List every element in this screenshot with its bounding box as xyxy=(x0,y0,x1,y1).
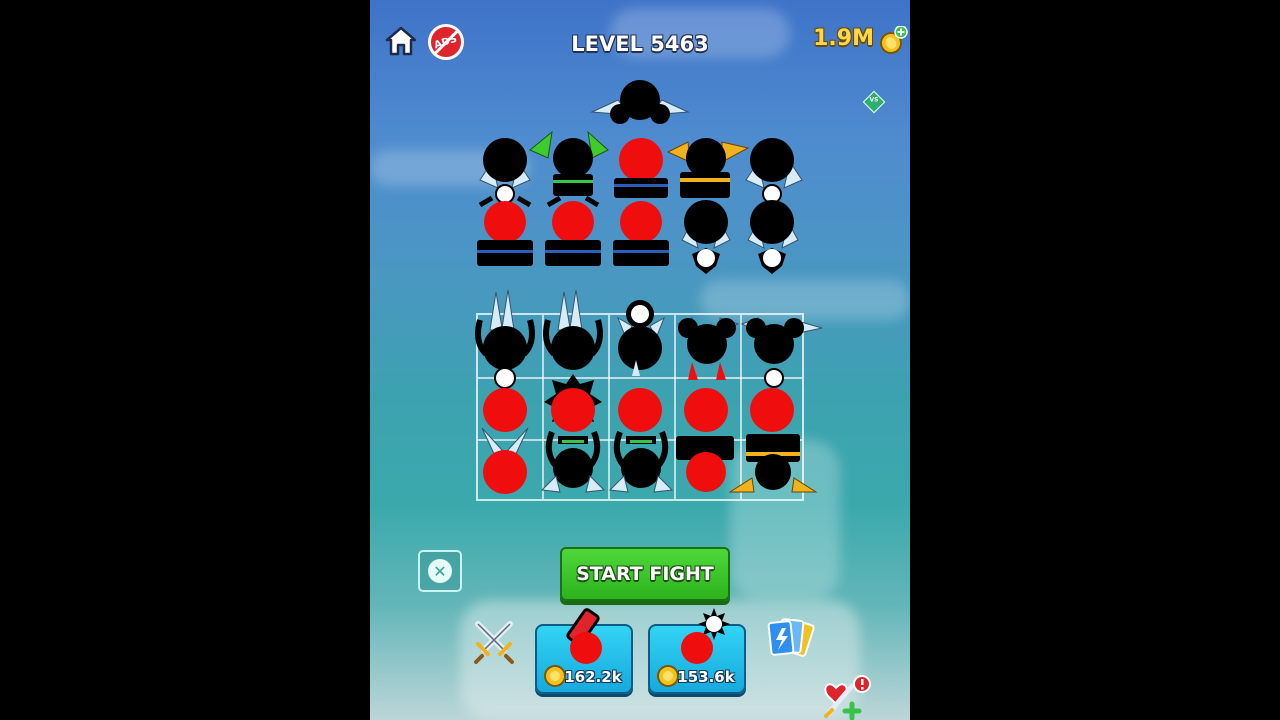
buy-melee-unit-button[interactable]: 162.2k xyxy=(535,608,633,694)
crossed-swords-icon[interactable] xyxy=(470,616,518,664)
player-unit[interactable] xyxy=(728,434,818,493)
enemy-unit xyxy=(666,138,750,198)
coin-add-button[interactable] xyxy=(878,26,908,56)
player-unit[interactable] xyxy=(540,430,606,493)
enemy-formation xyxy=(477,80,803,274)
player-unit[interactable] xyxy=(481,427,529,494)
player-unit[interactable] xyxy=(740,317,823,388)
enemy-unit xyxy=(747,200,799,274)
enemy-unit xyxy=(477,195,533,266)
cards-icon[interactable] xyxy=(766,616,818,664)
player-unit[interactable] xyxy=(618,360,662,432)
ranged-unit-icon xyxy=(681,608,730,664)
melee-unit-icon xyxy=(566,608,602,664)
ranged-price: 153.6k xyxy=(677,668,735,686)
enemy-unit xyxy=(545,195,601,266)
clear-grid-button[interactable]: ✕ xyxy=(418,550,462,592)
player-unit[interactable] xyxy=(483,388,527,432)
enemy-unit xyxy=(529,130,609,196)
player-unit[interactable] xyxy=(676,436,734,492)
player-unit[interactable] xyxy=(617,300,665,370)
game-screen: ADS LEVEL 5463 1.9M VS ✕ START FIGHT 162… xyxy=(370,0,910,720)
enemy-unit xyxy=(613,201,669,266)
player-unit[interactable] xyxy=(475,289,535,389)
player-unit[interactable] xyxy=(543,289,603,370)
start-fight-button[interactable]: START FIGHT xyxy=(560,547,730,601)
player-unit[interactable] xyxy=(676,317,740,380)
enemy-unit xyxy=(745,138,803,204)
player-unit[interactable] xyxy=(544,374,602,432)
close-icon: ✕ xyxy=(428,559,452,583)
heart-sword-icon[interactable] xyxy=(822,674,874,720)
enemy-unit xyxy=(590,80,690,124)
coin-balance: 1.9M xyxy=(813,26,874,51)
player-unit[interactable] xyxy=(684,388,728,432)
buy-ranged-unit-button[interactable]: 153.6k xyxy=(648,608,746,694)
melee-price: 162.2k xyxy=(564,668,622,686)
enemy-unit xyxy=(479,138,531,204)
player-unit[interactable] xyxy=(750,388,794,432)
player-formation[interactable] xyxy=(370,280,910,510)
player-unit[interactable] xyxy=(608,430,674,493)
enemy-unit xyxy=(681,200,731,274)
enemy-unit xyxy=(614,138,668,198)
